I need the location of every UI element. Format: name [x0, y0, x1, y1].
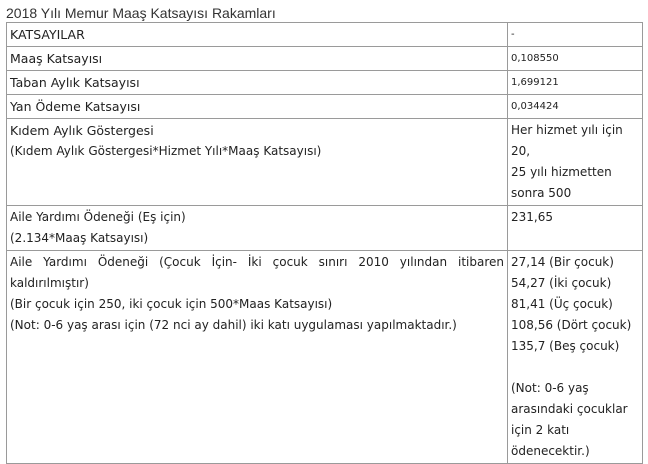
kidem-formula: (Kıdem Aylık Göstergesi*Hizmet Yılı*Maaş…: [10, 144, 322, 158]
katsayi-table: KATSAYILAR - Maaş Katsayısı 0,108550 Tab…: [6, 22, 643, 464]
cocuk-value-line: 108,56 (Dört çocuk): [511, 318, 632, 332]
kidem-value-cell: Her hizmet yılı için 20, 25 yılı hizmett…: [507, 118, 643, 206]
table-row: Yan Ödeme Katsayısı 0,034424: [6, 94, 643, 119]
row-value-taban-aylik: 1,699121: [507, 70, 643, 95]
table-row: Maaş Katsayısı 0,108550: [6, 46, 643, 71]
cocuk-value-note-line: ödenecektir.): [511, 444, 590, 458]
row-label-maas-katsayisi: Maaş Katsayısı: [6, 46, 508, 71]
cocuk-value-line: 135,7 (Beş çocuk): [511, 339, 620, 353]
header-label: KATSAYILAR: [6, 22, 508, 47]
cocuk-label-cell: Aile Yardımı Ödeneği (Çocuk İçin- İki ço…: [6, 250, 508, 464]
table-row-cocuk: Aile Yardımı Ödeneği (Çocuk İçin- İki ço…: [6, 250, 643, 464]
table-row-kidem: Kıdem Aylık Göstergesi (Kıdem Aylık Göst…: [6, 118, 643, 206]
es-formula: (2.134*Maaş Katsayısı): [10, 231, 149, 245]
row-value-maas-katsayisi: 0,108550: [507, 46, 643, 71]
cocuk-note: (Not: 0-6 yaş arası için (72 nci ay dahi…: [10, 318, 457, 332]
cocuk-value-line: 81,41 (Üç çocuk): [511, 297, 613, 311]
kidem-value-line: sonra 500: [511, 186, 572, 200]
page-title: 2018 Yılı Memur Maaş Katsayısı Rakamları: [6, 5, 276, 21]
row-label-yan-odeme: Yan Ödeme Katsayısı: [6, 94, 508, 119]
cocuk-value-line: 54,27 (İki çocuk): [511, 276, 612, 290]
row-label-taban-aylik: Taban Aylık Katsayısı: [6, 70, 508, 95]
cocuk-value-note-line: için 2 katı: [511, 423, 570, 437]
kidem-label: Kıdem Aylık Göstergesi: [10, 123, 154, 138]
table-header-row: KATSAYILAR -: [6, 22, 643, 47]
cocuk-value-line: 27,14 (Bir çocuk): [511, 255, 614, 269]
row-value-yan-odeme: 0,034424: [507, 94, 643, 119]
es-value: 231,65: [507, 205, 643, 251]
cocuk-label: Aile Yardımı Ödeneği (Çocuk İçin- İki ço…: [10, 255, 504, 290]
kidem-label-cell: Kıdem Aylık Göstergesi (Kıdem Aylık Göst…: [6, 118, 508, 206]
cocuk-value-note-line: (Not: 0-6 yaş: [511, 381, 589, 395]
kidem-value-line: 20,: [511, 144, 531, 158]
table-row-es: Aile Yardımı Ödeneği (Eş için) (2.134*Ma…: [6, 205, 643, 251]
cocuk-value-cell: 27,14 (Bir çocuk) 54,27 (İki çocuk) 81,4…: [507, 250, 643, 464]
kidem-value-line: 25 yılı hizmetten: [511, 165, 612, 179]
es-label: Aile Yardımı Ödeneği (Eş için): [10, 210, 186, 224]
cocuk-formula: (Bir çocuk için 250, iki çocuk için 500*…: [10, 297, 333, 311]
kidem-value-line: Her hizmet yılı için: [511, 123, 623, 137]
header-value: -: [507, 22, 643, 47]
es-label-cell: Aile Yardımı Ödeneği (Eş için) (2.134*Ma…: [6, 205, 508, 251]
cocuk-value-note-line: arasındaki çocuklar: [511, 402, 628, 416]
table-row: Taban Aylık Katsayısı 1,699121: [6, 70, 643, 95]
